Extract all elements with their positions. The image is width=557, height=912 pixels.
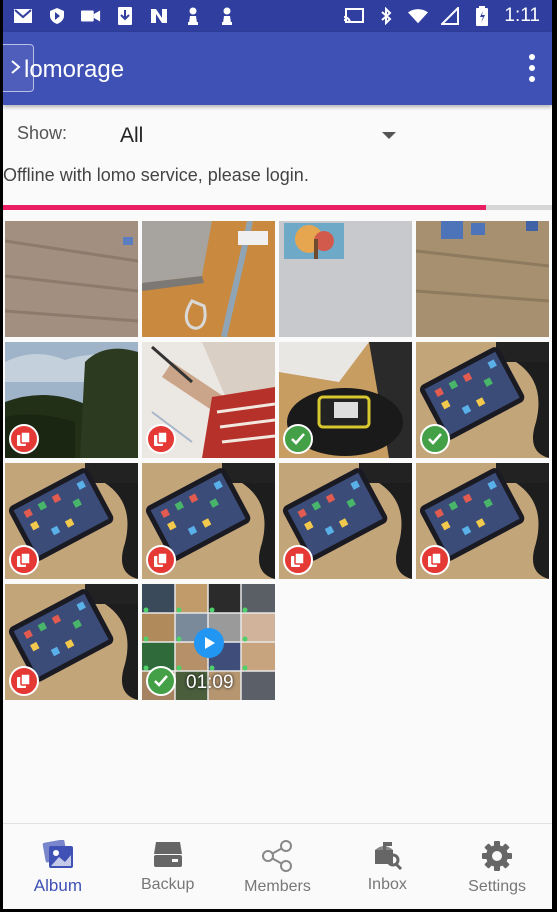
nav-item-settings[interactable]: Settings (442, 824, 552, 909)
pending-copy-icon (283, 545, 313, 575)
bluetooth-icon (376, 7, 396, 25)
wifi-icon (408, 7, 429, 25)
photo-thumbnail[interactable] (5, 463, 138, 579)
photo-thumbnail[interactable] (142, 463, 275, 579)
overflow-menu-icon[interactable] (526, 54, 538, 82)
video-thumbnail[interactable]: 01:09 (142, 584, 275, 700)
photo-thumbnail[interactable] (5, 221, 138, 337)
connection-status-message: Offline with lomo service, please login. (3, 165, 309, 185)
dropdown-arrow-icon (382, 132, 396, 139)
sync-progress-fill (3, 205, 487, 210)
status-bar: 1:11 (3, 0, 552, 32)
video-camera-icon (81, 7, 101, 25)
backed-up-check-icon (146, 666, 176, 696)
pending-copy-icon (9, 424, 39, 454)
pending-copy-icon (9, 545, 39, 575)
photo-thumbnail[interactable] (416, 221, 549, 337)
photo-thumbnail[interactable] (279, 342, 412, 458)
chevron-right-icon (11, 60, 21, 74)
pending-copy-icon (9, 666, 39, 696)
app-screen: 1:11 lomorage Show: All Offline with lom… (3, 0, 552, 909)
photo-thumbnail[interactable] (5, 342, 138, 458)
photo-thumbnail[interactable] (142, 221, 275, 337)
nav-label-album: Album (33, 876, 82, 895)
nav-item-album[interactable]: Album (3, 824, 113, 909)
pending-copy-icon (146, 424, 176, 454)
photo-thumbnail[interactable] (279, 463, 412, 579)
app-bar: lomorage (3, 32, 552, 105)
photo-thumbnail[interactable] (279, 221, 412, 337)
gear-icon (482, 841, 513, 871)
nav-item-members[interactable]: Members (223, 824, 333, 909)
pending-copy-icon (146, 545, 176, 575)
chess-pawn-icon (183, 7, 203, 25)
nav-label-backup: Backup (141, 876, 195, 893)
app-title: lomorage (24, 56, 125, 83)
cast-icon (344, 7, 365, 25)
nav-item-backup[interactable]: Backup (113, 824, 223, 909)
download-icon (115, 7, 135, 25)
status-time: 1:11 (504, 5, 540, 26)
chess-pawn-icon (217, 7, 237, 25)
share-icon (262, 840, 293, 872)
nav-label-settings: Settings (468, 878, 526, 895)
filter-selected-value: All (120, 124, 144, 147)
battery-icon (472, 6, 492, 26)
photo-thumbnail[interactable] (142, 342, 275, 458)
backed-up-check-icon (283, 424, 313, 454)
filter-dropdown[interactable]: All (120, 122, 396, 152)
bottom-navigation: Album Backup Members Inbox Settings (3, 823, 552, 909)
video-duration: 01:09 (186, 672, 234, 693)
gmail-icon (13, 7, 33, 25)
album-icon (42, 840, 73, 868)
signal-icon (440, 7, 460, 25)
backed-up-check-icon (420, 424, 450, 454)
play-icon[interactable] (194, 628, 224, 658)
photo-thumbnail[interactable] (416, 342, 549, 458)
nav-label-inbox: Inbox (367, 876, 407, 893)
filter-label: Show: (17, 123, 68, 143)
n-logo-icon (149, 7, 169, 25)
nav-item-inbox[interactable]: Inbox (332, 824, 442, 909)
shield-icon (47, 7, 67, 25)
backup-drive-icon (153, 842, 182, 867)
photo-thumbnail[interactable] (416, 463, 549, 579)
inbox-icon (375, 842, 403, 870)
photo-thumbnail[interactable] (5, 584, 138, 700)
nav-label-members: Members (244, 878, 311, 895)
sync-progress-bar (3, 205, 552, 210)
pending-copy-icon (420, 545, 450, 575)
